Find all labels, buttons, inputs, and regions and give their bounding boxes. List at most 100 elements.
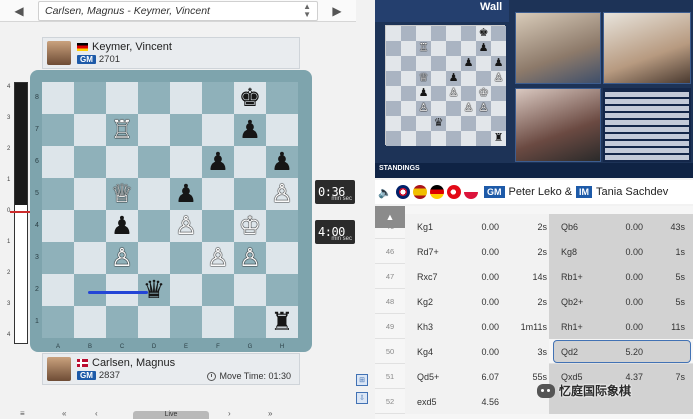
chess-piece[interactable]: ♙ (111, 245, 133, 271)
square-g2[interactable] (234, 274, 266, 306)
white-move-cell[interactable]: Kh3 0.00 1m11s (405, 314, 549, 339)
square-e5[interactable]: ♟ (170, 178, 202, 210)
square-c2[interactable] (106, 274, 138, 306)
square-g3[interactable]: ♙ (234, 242, 266, 274)
square-h5[interactable]: ♙ (266, 178, 298, 210)
polish-commentary-icon[interactable] (464, 185, 478, 199)
square-e2[interactable] (170, 274, 202, 306)
square-f5[interactable] (202, 178, 234, 210)
square-f7[interactable] (202, 114, 234, 146)
download-icon[interactable]: ⇩ (356, 392, 368, 404)
square-a8[interactable] (42, 82, 74, 114)
square-f4[interactable] (202, 210, 234, 242)
black-move-cell[interactable]: Qb2+ 0.00 5s (549, 289, 693, 314)
square-b1[interactable] (74, 306, 106, 338)
square-b7[interactable] (74, 114, 106, 146)
square-b4[interactable] (74, 210, 106, 242)
first-move-icon[interactable]: « (62, 409, 66, 419)
square-a3[interactable] (42, 242, 74, 274)
square-b3[interactable] (74, 242, 106, 274)
next-game-button[interactable]: ▶ (318, 0, 356, 22)
last-move-icon[interactable]: » (268, 409, 272, 419)
white-move-cell[interactable]: Kg4 0.00 3s (405, 339, 549, 364)
white-move-cell[interactable]: Rxc7 0.00 14s (405, 264, 549, 289)
square-c8[interactable] (106, 82, 138, 114)
square-f2[interactable] (202, 274, 234, 306)
square-f8[interactable] (202, 82, 234, 114)
square-h7[interactable] (266, 114, 298, 146)
chess-piece[interactable]: ♙ (271, 181, 293, 207)
square-c1[interactable] (106, 306, 138, 338)
english-commentary-icon[interactable] (396, 185, 410, 199)
spanish-commentary-icon[interactable] (413, 185, 427, 199)
move-list[interactable]: ▲ 46 Kg1 0.00 2s Qb6 0.00 43s 46 Rd7+ 0.00 2s Kg8 0.… (375, 206, 693, 419)
square-a7[interactable] (42, 114, 74, 146)
broadcast-video[interactable]: Wall ♚ ♖ ♟ ♟ ♟ ♕ ♟ ♙ ♟ ♙ ♔ ♙ ♙ ♙ ♛ ♜ STANDINGS (375, 0, 693, 178)
player-name[interactable]: Carlsen, Magnus (92, 357, 175, 369)
chess-piece[interactable]: ♟ (111, 213, 133, 239)
scroll-up-button[interactable]: ▲ (375, 206, 405, 228)
chess-piece[interactable]: ♟ (175, 181, 197, 207)
game-dropdown[interactable]: Carlsen, Magnus - Keymer, Vincent ▲ ▼ (38, 0, 318, 21)
square-c5[interactable]: ♕ (106, 178, 138, 210)
square-d3[interactable] (138, 242, 170, 274)
square-h2[interactable] (266, 274, 298, 306)
square-h4[interactable] (266, 210, 298, 242)
chess-piece[interactable]: ♜ (271, 309, 293, 335)
square-e7[interactable] (170, 114, 202, 146)
square-b2[interactable] (74, 274, 106, 306)
square-c6[interactable] (106, 146, 138, 178)
square-g4[interactable]: ♔ (234, 210, 266, 242)
chess-piece[interactable]: ♕ (111, 181, 133, 207)
square-b6[interactable] (74, 146, 106, 178)
square-a6[interactable] (42, 146, 74, 178)
chess-piece[interactable]: ♟ (207, 149, 229, 175)
square-a5[interactable] (42, 178, 74, 210)
black-move-cell[interactable]: Rb1+ 0.00 5s (549, 264, 693, 289)
square-e8[interactable] (170, 82, 202, 114)
square-b8[interactable] (74, 82, 106, 114)
square-g8[interactable]: ♚ (234, 82, 266, 114)
black-move-cell[interactable]: Qd2 5.20 (549, 339, 693, 364)
square-d5[interactable] (138, 178, 170, 210)
square-c3[interactable]: ♙ (106, 242, 138, 274)
chess-piece[interactable]: ♟ (271, 149, 293, 175)
turkish-commentary-icon[interactable] (447, 185, 461, 199)
square-d4[interactable] (138, 210, 170, 242)
square-d6[interactable] (138, 146, 170, 178)
speaker-icon[interactable]: 🔈 (378, 186, 392, 199)
player-name[interactable]: Keymer, Vincent (92, 41, 172, 53)
live-button[interactable]: Live (133, 411, 209, 419)
square-c7[interactable]: ♖ (106, 114, 138, 146)
square-a4[interactable] (42, 210, 74, 242)
german-commentary-icon[interactable] (430, 185, 444, 199)
square-g1[interactable] (234, 306, 266, 338)
square-a1[interactable] (42, 306, 74, 338)
square-g5[interactable] (234, 178, 266, 210)
square-d1[interactable] (138, 306, 170, 338)
square-b5[interactable] (74, 178, 106, 210)
menu-icon[interactable]: ≡ (20, 409, 25, 419)
chessboard[interactable]: ♚ ♖ ♟ ♟ ♟ ♕ ♟ ♙ ♟ ♙ ♔ ♙ ♙ ♙ ♛ ♜ (42, 82, 298, 338)
square-d8[interactable] (138, 82, 170, 114)
square-e1[interactable] (170, 306, 202, 338)
chess-piece[interactable]: ♟ (239, 117, 261, 143)
square-h6[interactable]: ♟ (266, 146, 298, 178)
square-g6[interactable] (234, 146, 266, 178)
square-e3[interactable] (170, 242, 202, 274)
square-f1[interactable] (202, 306, 234, 338)
square-h8[interactable] (266, 82, 298, 114)
chess-piece[interactable]: ♔ (239, 213, 261, 239)
square-d7[interactable] (138, 114, 170, 146)
chess-piece[interactable]: ♛ (143, 277, 165, 303)
square-f6[interactable]: ♟ (202, 146, 234, 178)
square-h3[interactable] (266, 242, 298, 274)
square-g7[interactable]: ♟ (234, 114, 266, 146)
square-h1[interactable]: ♜ (266, 306, 298, 338)
prev-move-icon[interactable]: ‹ (95, 409, 98, 419)
square-d2[interactable]: ♛ (138, 274, 170, 306)
square-e6[interactable] (170, 146, 202, 178)
black-move-cell[interactable]: Rh1+ 0.00 11s (549, 314, 693, 339)
square-f3[interactable]: ♙ (202, 242, 234, 274)
square-a2[interactable] (42, 274, 74, 306)
